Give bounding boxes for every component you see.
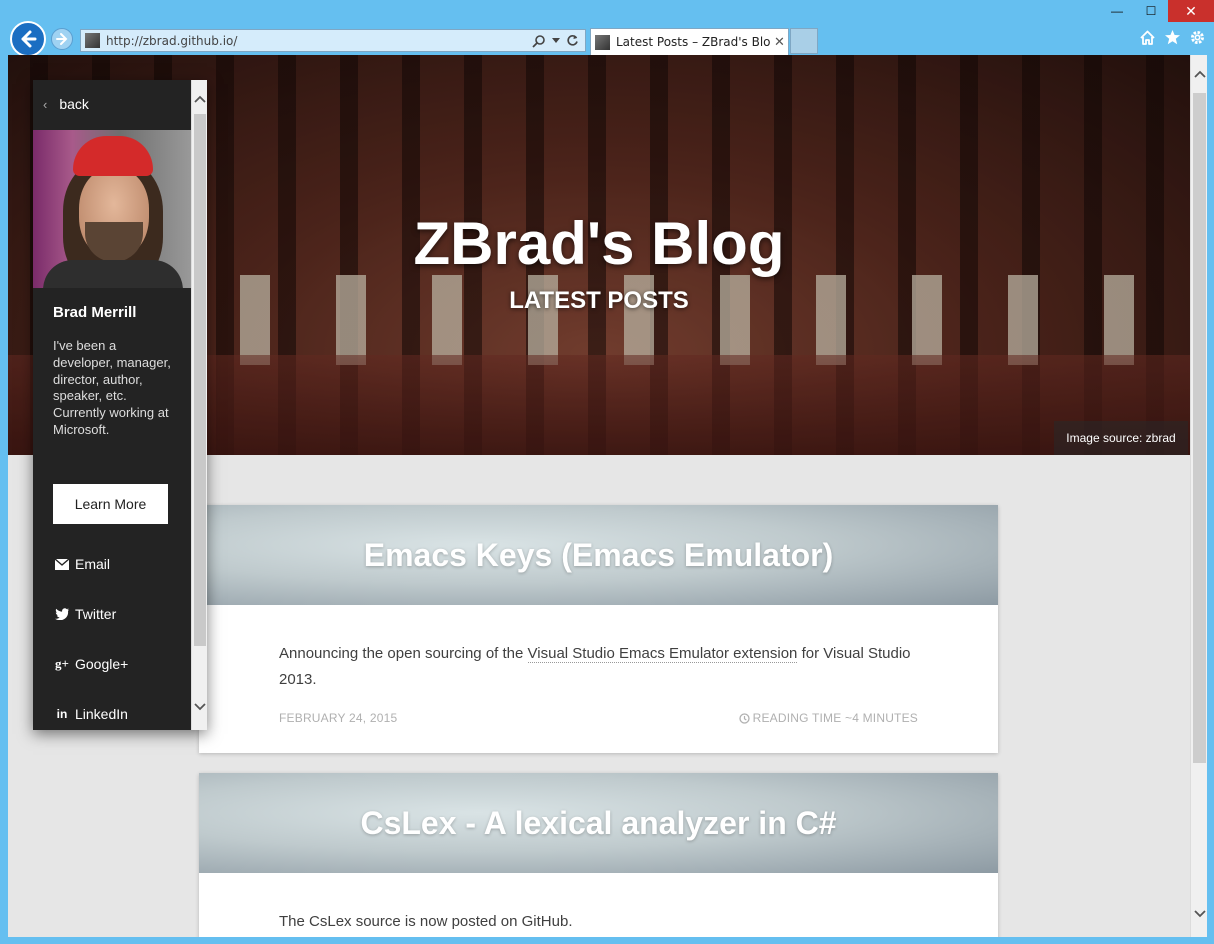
browser-chrome: http://zbrad.github.io/ Latest Posts – Z… xyxy=(0,0,1214,57)
post-meta: FEBRUARY 24, 2015 READING TIME ~4 MINUTE… xyxy=(199,693,998,725)
envelope-icon xyxy=(55,558,69,570)
post-excerpt: Announcing the open sourcing of the Visu… xyxy=(199,605,998,693)
post-header: CsLex - A lexical analyzer in C# xyxy=(199,773,998,873)
favorites-star-icon[interactable] xyxy=(1164,29,1181,46)
excerpt-text: The CsLex source is now posted on GitHub… xyxy=(279,913,573,930)
scroll-up-icon[interactable] xyxy=(1191,69,1208,81)
post-card: CsLex - A lexical analyzer in C# The CsL… xyxy=(199,773,998,937)
close-tab-icon[interactable]: ✕ xyxy=(771,34,788,50)
post-header: Emacs Keys (Emacs Emulator) xyxy=(199,505,998,605)
maximize-button[interactable]: ☐ xyxy=(1134,0,1168,22)
author-side-panel: ‹ back Brad Merrill I've been a develope… xyxy=(33,80,207,730)
back-link[interactable]: ‹ back xyxy=(43,96,89,112)
sidebar-link-twitter[interactable]: Twitter xyxy=(55,606,116,622)
back-label: back xyxy=(59,96,89,112)
sidebar-link-linkedin[interactable]: in LinkedIn xyxy=(55,706,128,722)
sidebar-link-label: LinkedIn xyxy=(75,706,128,722)
learn-more-button[interactable]: Learn More xyxy=(53,484,168,524)
google-plus-icon: g+ xyxy=(55,656,69,671)
window-frame-bottom xyxy=(0,937,1214,944)
tab-favicon-icon xyxy=(595,34,610,50)
search-icon[interactable] xyxy=(532,34,546,48)
chevron-down-icon[interactable] xyxy=(552,37,560,44)
gear-icon[interactable] xyxy=(1189,29,1206,46)
refresh-icon[interactable] xyxy=(566,34,579,47)
sidebar-scrollbar[interactable] xyxy=(191,80,207,730)
arrow-right-icon xyxy=(56,33,68,45)
close-window-button[interactable]: ✕ xyxy=(1168,0,1214,22)
chevron-left-icon: ‹ xyxy=(43,96,48,112)
avatar xyxy=(33,130,191,288)
page-viewport: ZBrad's Blog LATEST POSTS Image source: … xyxy=(8,55,1190,937)
excerpt-link[interactable]: Visual Studio Emacs Emulator extension xyxy=(527,645,798,663)
clock-icon xyxy=(738,712,750,724)
forward-button[interactable] xyxy=(51,28,73,50)
home-icon[interactable] xyxy=(1139,29,1156,46)
author-name: Brad Merrill xyxy=(53,304,137,321)
tab-title: Latest Posts – ZBrad's Blog xyxy=(616,35,771,49)
browser-tab[interactable]: Latest Posts – ZBrad's Blog ✕ xyxy=(590,28,789,55)
new-tab-button[interactable] xyxy=(790,28,818,54)
url-text[interactable]: http://zbrad.github.io/ xyxy=(106,34,532,48)
minimize-button[interactable]: — xyxy=(1100,0,1134,22)
scroll-down-icon[interactable] xyxy=(192,702,208,714)
image-source-caption: Image source: zbrad xyxy=(1054,421,1188,455)
sidebar-link-email[interactable]: Email xyxy=(55,556,110,572)
sidebar-link-label: Email xyxy=(75,556,111,572)
sidebar-link-label: Twitter xyxy=(75,606,117,622)
post-title[interactable]: CsLex - A lexical analyzer in C# xyxy=(360,805,836,842)
post-date: FEBRUARY 24, 2015 xyxy=(279,711,398,725)
window-frame-right xyxy=(1207,55,1214,944)
address-bar[interactable]: http://zbrad.github.io/ xyxy=(80,29,586,52)
post-title[interactable]: Emacs Keys (Emacs Emulator) xyxy=(364,537,834,574)
sidebar-link-label: Google+ xyxy=(75,656,129,672)
scroll-down-icon[interactable] xyxy=(1191,909,1208,921)
post-card: Emacs Keys (Emacs Emulator) Announcing t… xyxy=(199,505,998,753)
sidebar-link-google-plus[interactable]: g+ Google+ xyxy=(55,656,128,672)
twitter-icon xyxy=(55,608,69,620)
site-favicon-icon xyxy=(85,33,100,48)
post-excerpt: The CsLex source is now posted on GitHub… xyxy=(199,873,998,935)
reading-time: READING TIME ~4 MINUTES xyxy=(752,711,918,725)
back-button[interactable] xyxy=(10,21,46,57)
excerpt-text: Announcing the open sourcing of the xyxy=(279,645,528,662)
author-bio: I've been a developer, manager, director… xyxy=(53,338,171,437)
sidebar-scroll-thumb[interactable] xyxy=(194,114,206,646)
page-scroll-thumb[interactable] xyxy=(1193,93,1206,763)
scroll-up-icon[interactable] xyxy=(192,94,208,106)
page-scrollbar[interactable] xyxy=(1190,55,1207,937)
arrow-left-icon xyxy=(21,30,37,48)
linkedin-icon: in xyxy=(56,707,68,721)
